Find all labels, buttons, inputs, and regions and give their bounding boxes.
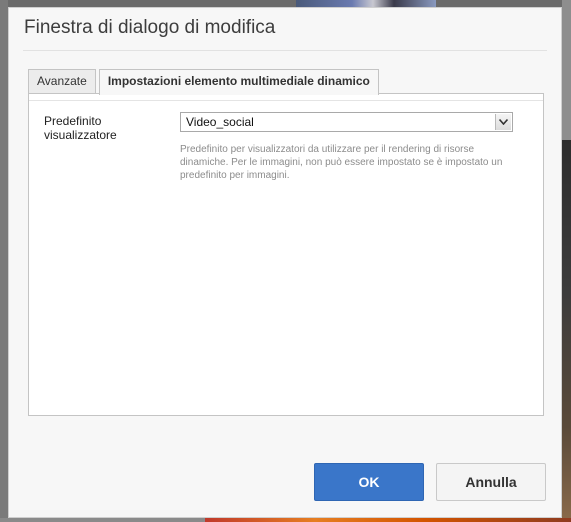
viewer-preset-selected-value: Video_social — [186, 115, 254, 129]
tab-advanced[interactable]: Avanzate — [28, 69, 96, 93]
viewer-preset-label-line1: Predefinito — [44, 114, 102, 128]
viewer-preset-help-text: Predefinito per visualizzatori da utiliz… — [180, 144, 503, 181]
chevron-down-icon[interactable] — [495, 114, 511, 130]
background-image-right — [562, 140, 571, 522]
tab-bar: Avanzate Impostazioni elemento multimedi… — [28, 69, 382, 95]
background-app-bottom — [0, 518, 205, 522]
background-app-left — [0, 0, 8, 522]
viewer-preset-select[interactable]: Video_social — [180, 112, 513, 132]
dialog-title: Finestra di dialogo di modifica — [24, 17, 276, 38]
title-divider — [23, 50, 547, 51]
background-image-bottom — [205, 518, 571, 522]
cancel-button[interactable]: Annulla — [436, 463, 546, 501]
edit-dialog: Finestra di dialogo di modifica Avanzate… — [8, 7, 562, 518]
ok-button[interactable]: OK — [314, 463, 424, 501]
background-app-right — [562, 0, 571, 140]
tab-dynamic-media-settings[interactable]: Impostazioni elemento multimediale dinam… — [98, 69, 379, 95]
viewer-preset-label-line2: visualizzatore — [44, 128, 117, 142]
viewer-preset-label: Predefinito visualizzatore — [44, 114, 154, 142]
panel-divider — [29, 100, 543, 101]
tab-panel: Predefinito visualizzatore Video_social … — [28, 93, 544, 416]
